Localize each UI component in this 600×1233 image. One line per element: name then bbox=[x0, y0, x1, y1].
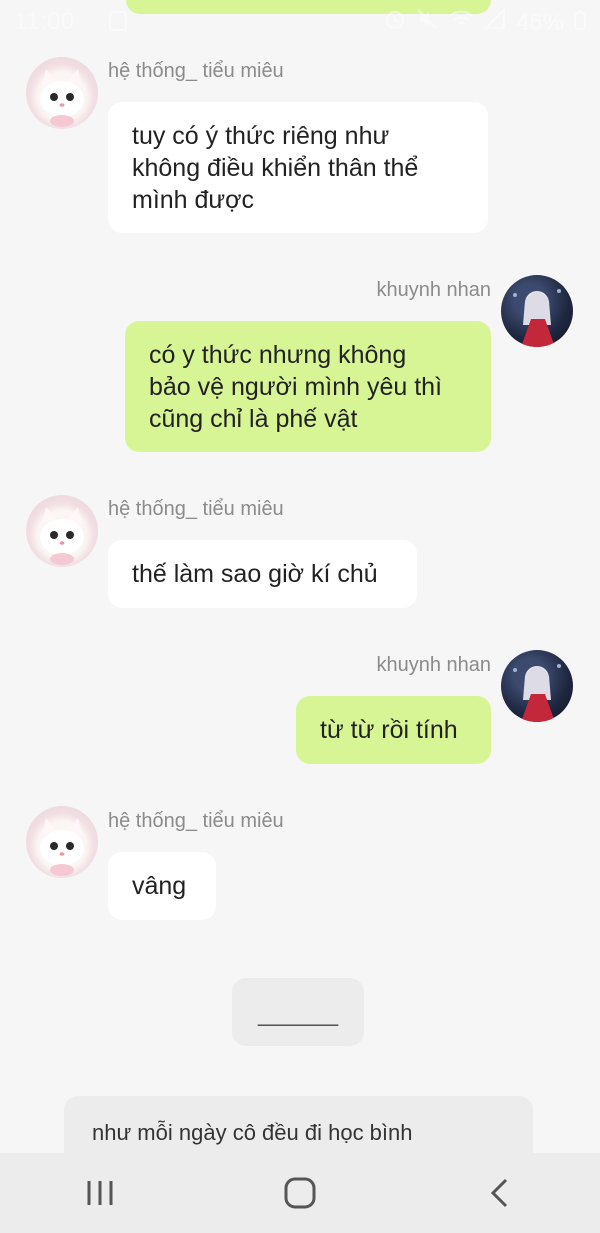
message-line: mình được bbox=[132, 186, 255, 214]
recent-apps-icon bbox=[87, 1181, 113, 1205]
avatar-cat[interactable] bbox=[26, 495, 98, 567]
message-line: từ từ rồi tính bbox=[320, 716, 458, 744]
cat-avatar-icon bbox=[40, 818, 84, 876]
girl-avatar-icon bbox=[513, 289, 561, 347]
message-bubble[interactable]: thế làm sao giờ kí chủ bbox=[108, 540, 417, 608]
status-time: 11:00 bbox=[14, 8, 75, 35]
message-bubble[interactable]: từ từ rồi tính bbox=[296, 696, 491, 764]
cat-avatar-icon bbox=[40, 69, 84, 127]
cat-avatar-icon bbox=[40, 507, 84, 565]
message-line: vâng bbox=[132, 872, 187, 900]
sender-name: hệ thống_ tiểu miêu bbox=[108, 810, 284, 832]
message-line: không điều khiển thân thể bbox=[132, 154, 419, 182]
message-line: có y thức nhưng không bbox=[149, 341, 407, 369]
message-line: tuy có ý thức riêng như bbox=[132, 122, 390, 150]
message-line: bảo vệ người mình yêu thì bbox=[149, 373, 443, 401]
message-bubble[interactable]: tuy có ý thức riêng như không điều khiển… bbox=[108, 102, 488, 233]
home-icon bbox=[284, 1177, 316, 1209]
battery-level: 46% bbox=[515, 8, 564, 36]
scene-divider: ______ bbox=[232, 978, 364, 1046]
narration-line: như mỗi ngày cô đều đi học bình bbox=[92, 1120, 413, 1145]
sender-name: hệ thống_ tiểu miêu bbox=[108, 60, 284, 82]
alarm-icon bbox=[384, 8, 406, 37]
recent-apps-button[interactable] bbox=[60, 1163, 140, 1223]
status-bar: 11:00 46% bbox=[0, 0, 600, 44]
signal-icon bbox=[483, 7, 506, 37]
message-bubble[interactable]: vâng bbox=[108, 852, 216, 920]
sender-name: hệ thống_ tiểu miêu bbox=[108, 498, 284, 520]
sender-name: khuynh nhan bbox=[376, 279, 491, 301]
avatar-cat[interactable] bbox=[26, 806, 98, 878]
message-bubble[interactable]: có y thức nhưng không bảo vệ người mình … bbox=[125, 321, 491, 452]
wifi-icon bbox=[448, 8, 474, 37]
avatar-girl[interactable] bbox=[501, 275, 573, 347]
screenshot-icon bbox=[108, 10, 128, 39]
mute-icon bbox=[416, 8, 438, 37]
sender-name: khuynh nhan bbox=[376, 654, 491, 676]
message-line: thế làm sao giờ kí chủ bbox=[132, 560, 378, 588]
system-navigation-bar bbox=[0, 1153, 600, 1233]
battery-icon bbox=[574, 9, 586, 37]
message-line: cũng chỉ là phế vật bbox=[149, 405, 358, 433]
avatar-cat[interactable] bbox=[26, 57, 98, 129]
girl-avatar-icon bbox=[513, 664, 561, 722]
back-button[interactable] bbox=[460, 1163, 540, 1223]
home-button[interactable] bbox=[260, 1163, 340, 1223]
back-icon bbox=[490, 1178, 508, 1208]
avatar-girl[interactable] bbox=[501, 650, 573, 722]
